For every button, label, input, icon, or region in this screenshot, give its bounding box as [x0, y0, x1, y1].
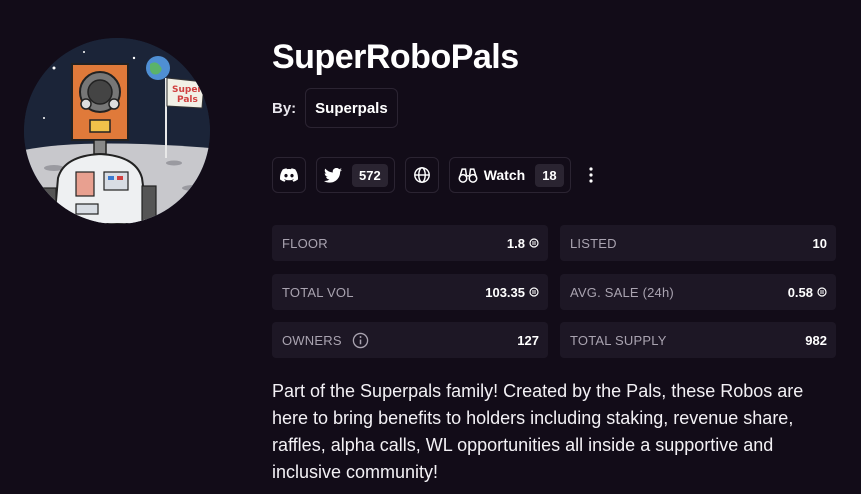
social-links: 572 Watch 18 [272, 157, 601, 193]
discord-icon [280, 168, 298, 182]
watch-count: 18 [535, 163, 564, 187]
collection-description: Part of the Superpals family! Created by… [272, 381, 804, 482]
watch-button[interactable]: Watch 18 [448, 157, 571, 193]
sol-currency-icon [529, 287, 539, 297]
stat-label: AVG. SALE (24h) [570, 284, 674, 300]
sol-currency-icon [529, 238, 539, 248]
collection-avatar: Super Pals [24, 38, 210, 224]
binoculars-icon [458, 168, 478, 183]
more-options-button[interactable] [581, 157, 601, 193]
total-vol-value: 103.35 [485, 284, 525, 300]
listed-value: 10 [812, 235, 827, 251]
svg-text:Pals: Pals [177, 95, 198, 105]
sol-currency-icon [817, 287, 827, 297]
stat-label: FLOOR [282, 235, 328, 251]
owners-label: OWNERS [282, 332, 342, 348]
discord-button[interactable] [272, 157, 306, 193]
stat-total-supply: TOTAL SUPPLY 982 [560, 322, 836, 358]
website-button[interactable] [404, 157, 439, 193]
stat-label-wrap: OWNERS [282, 332, 369, 349]
stat-value: 1.8 [507, 236, 539, 251]
floor-value: 1.8 [506, 235, 525, 251]
stat-listed: LISTED 10 [560, 225, 836, 261]
avg-sale-value: 0.58 [787, 284, 813, 300]
stat-label: TOTAL SUPPLY [570, 332, 667, 348]
robot-astronaut-image: Super Pals [24, 38, 210, 224]
creator-link[interactable]: Superpals [305, 88, 398, 128]
svg-text:Super: Super [172, 85, 202, 95]
total-supply-value: 982 [805, 332, 827, 348]
stat-label: LISTED [570, 235, 617, 251]
twitter-follower-count: 572 [352, 163, 388, 187]
stat-avg-sale: AVG. SALE (24h) 0.58 [560, 274, 836, 310]
stat-owners: OWNERS 127 [272, 322, 548, 358]
twitter-icon [324, 167, 342, 183]
creator-row: By: Superpals [272, 88, 398, 128]
owners-value: 127 [517, 332, 539, 348]
stat-value: 0.58 [788, 285, 827, 300]
collection-title: SuperRoboPals [272, 38, 519, 76]
by-label: By: [272, 99, 297, 117]
stat-floor: FLOOR 1.8 [272, 225, 548, 261]
watch-label: Watch [483, 167, 526, 183]
info-icon[interactable] [352, 332, 369, 349]
stat-label: TOTAL VOL [282, 284, 354, 300]
twitter-button[interactable]: 572 [316, 157, 395, 193]
stat-total-vol: TOTAL VOL 103.35 [272, 274, 548, 310]
globe-icon [413, 167, 430, 183]
stat-value: 103.35 [485, 285, 539, 300]
kebab-menu-icon [589, 167, 593, 183]
